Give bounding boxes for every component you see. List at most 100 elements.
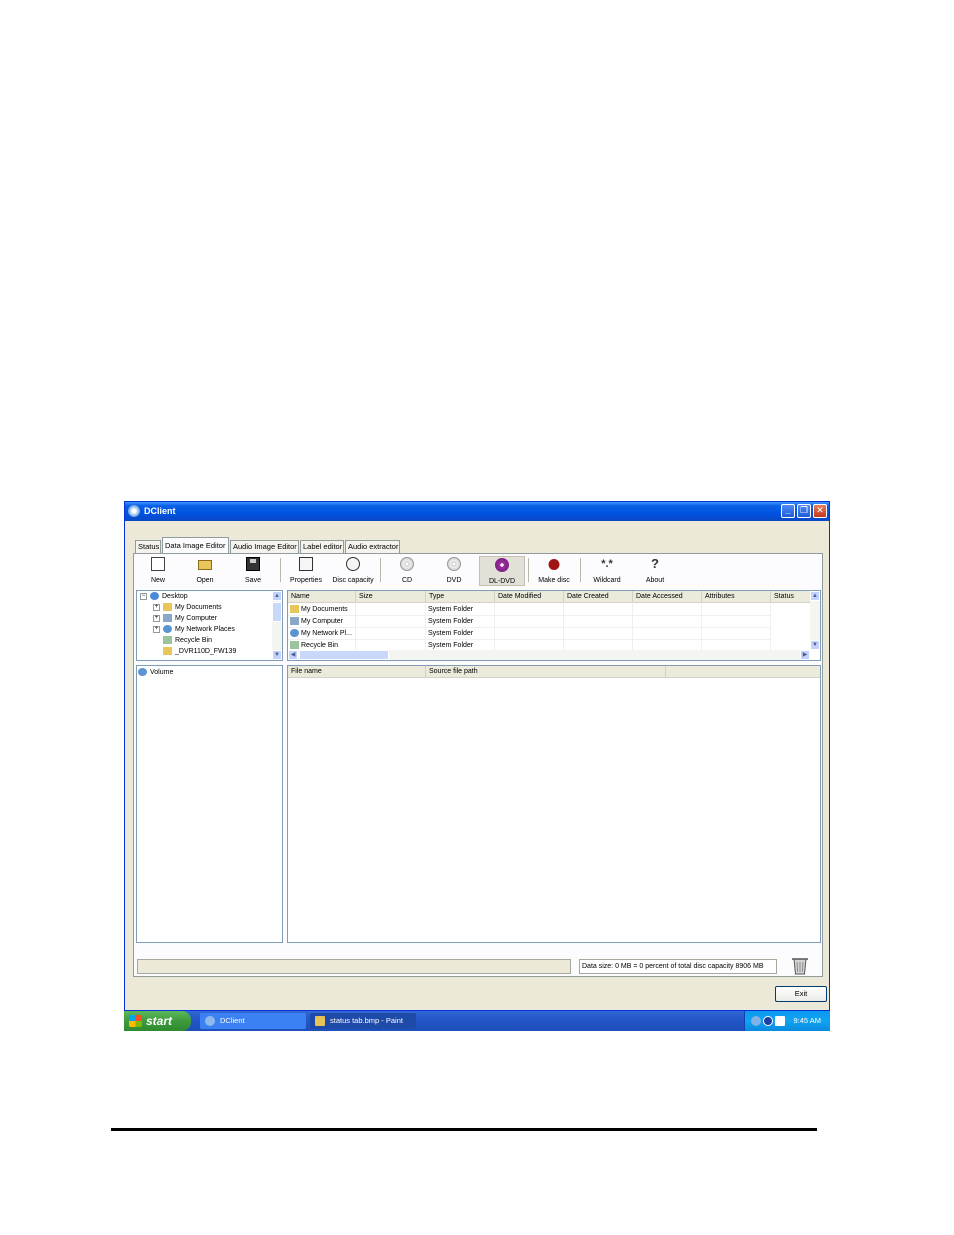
file-list[interactable]: Name Size Type Date Modified Date Create… [287,590,821,661]
tree-item-volume[interactable]: Volume [138,667,173,678]
wildcard-icon: *.* [601,558,613,570]
wildcard-button[interactable]: *.* Wildcard [587,556,627,586]
file-list-horizontal-scrollbar[interactable]: ◀ ▶ [288,650,810,660]
column-header-name[interactable]: Name [288,591,356,603]
disc-capacity-button[interactable]: Disc capacity [329,556,377,586]
taskbar-item-dclient[interactable]: DClient [200,1013,306,1029]
close-button[interactable]: ✕ [813,504,827,518]
app-icon [128,505,140,517]
folder-tree[interactable]: − Desktop + My Documents + My Computer +… [136,590,283,661]
column-header-empty[interactable] [666,666,820,678]
scroll-thumb[interactable] [272,602,282,622]
tab-audio-extractor[interactable]: Audio extractor [345,540,400,553]
tab-audio-image-editor[interactable]: Audio Image Editor [230,540,299,553]
network-icon [290,629,299,638]
cell-name: My Documents [288,604,356,616]
column-header-file-name[interactable]: File name [288,666,426,678]
dl-dvd-button[interactable]: DL-DVD [479,556,525,586]
dvd-button[interactable]: DVD [439,556,469,586]
file-list-vertical-scrollbar[interactable]: ▲ ▼ [810,591,820,650]
dclient-tray-icon[interactable] [751,1016,761,1026]
tree-label: My Network Places [175,626,235,633]
cell-empty [633,616,702,628]
trash-icon[interactable] [789,954,811,976]
image-file-list[interactable]: File name Source file path [287,665,821,943]
scroll-up-icon[interactable]: ▲ [810,591,820,601]
tree-label: Desktop [162,593,188,600]
tree-item-desktop[interactable]: Desktop [150,591,188,602]
column-header-size[interactable]: Size [356,591,426,603]
scroll-up-icon[interactable]: ▲ [272,591,282,601]
cell-name: My Computer [288,616,356,628]
row-name: My Documents [301,606,348,613]
column-header-attributes[interactable]: Attributes [702,591,771,603]
toolbar-separator [580,558,581,582]
cell-empty [564,616,633,628]
app-icon [205,1016,215,1026]
network-tray-icon[interactable] [763,1016,773,1026]
open-button[interactable]: Open [190,556,220,586]
column-header-date-accessed[interactable]: Date Accessed [633,591,702,603]
tree-item-my-computer[interactable]: My Computer [163,613,217,624]
scroll-right-icon[interactable]: ▶ [800,650,810,660]
tree-item-my-documents[interactable]: My Documents [163,602,222,613]
start-label: start [146,1014,173,1028]
toolbar: New Open Save Properties Disc capacity C… [134,554,822,587]
window-title: DClient [144,506,176,516]
new-button[interactable]: New [144,556,172,586]
taskbar-item-paint[interactable]: status tab.bmp - Paint [310,1013,416,1029]
cd-button[interactable]: CD [392,556,422,586]
about-label: About [645,577,665,584]
tree-item-my-network-places[interactable]: My Network Places [163,624,235,635]
column-header-date-modified[interactable]: Date Modified [495,591,564,603]
start-button[interactable]: start [124,1011,191,1031]
column-header-source-file-path[interactable]: Source file path [426,666,666,678]
recycle-bin-icon [290,641,299,650]
network-icon [163,625,172,634]
cell-type: System Folder [426,604,495,616]
column-header-date-created[interactable]: Date Created [564,591,633,603]
column-header-type[interactable]: Type [426,591,495,603]
save-button[interactable]: Save [238,556,268,586]
tree-vertical-scrollbar[interactable]: ▲ ▼ [272,591,282,660]
row-name: My Network Pl... [301,630,352,637]
tab-label-editor[interactable]: Label editor [300,540,344,553]
collapse-icon[interactable]: − [140,593,147,600]
page-rule [111,1128,817,1131]
scroll-down-icon[interactable]: ▼ [272,650,282,660]
exit-button[interactable]: Exit [775,986,827,1002]
column-header-status[interactable]: Status [771,591,812,603]
cd-label: CD [401,577,413,584]
scroll-down-icon[interactable]: ▼ [810,640,820,650]
restore-button[interactable]: ❐ [797,504,811,518]
tab-status[interactable]: Status [135,540,161,553]
minimize-button[interactable]: _ [781,504,795,518]
toolbar-separator [280,558,281,582]
volume-tree[interactable]: Volume [136,665,283,943]
recycle-bin-icon [163,636,172,645]
open-label: Open [196,577,214,584]
row-name: My Computer [301,618,344,625]
properties-button[interactable]: Properties [286,556,326,586]
desktop-icon [150,592,159,601]
about-button[interactable]: ? About [640,556,670,586]
clock[interactable]: 9:45 AM [793,1011,821,1031]
tree-item-dvr-folder[interactable]: _DVR110D_FW139 [163,646,236,657]
tab-data-image-editor[interactable]: Data Image Editor [162,537,229,553]
volume-label: Volume [150,669,174,676]
scroll-left-icon[interactable]: ◀ [288,650,298,660]
scroll-thumb[interactable] [299,650,389,660]
cell-empty [495,628,564,640]
tree-item-recycle-bin[interactable]: Recycle Bin [163,635,212,646]
expand-icon[interactable]: + [153,604,160,611]
make-disc-button[interactable]: Make disc [534,556,574,586]
security-tray-icon[interactable] [775,1016,785,1026]
expand-icon[interactable]: + [153,615,160,622]
system-tray: 9:45 AM [744,1011,830,1031]
cell-empty [702,628,771,640]
expand-icon[interactable]: + [153,626,160,633]
cell-empty [564,628,633,640]
cd-icon [400,557,414,571]
cell-size [356,616,426,628]
title-bar[interactable]: DClient _ ❐ ✕ [125,502,829,521]
